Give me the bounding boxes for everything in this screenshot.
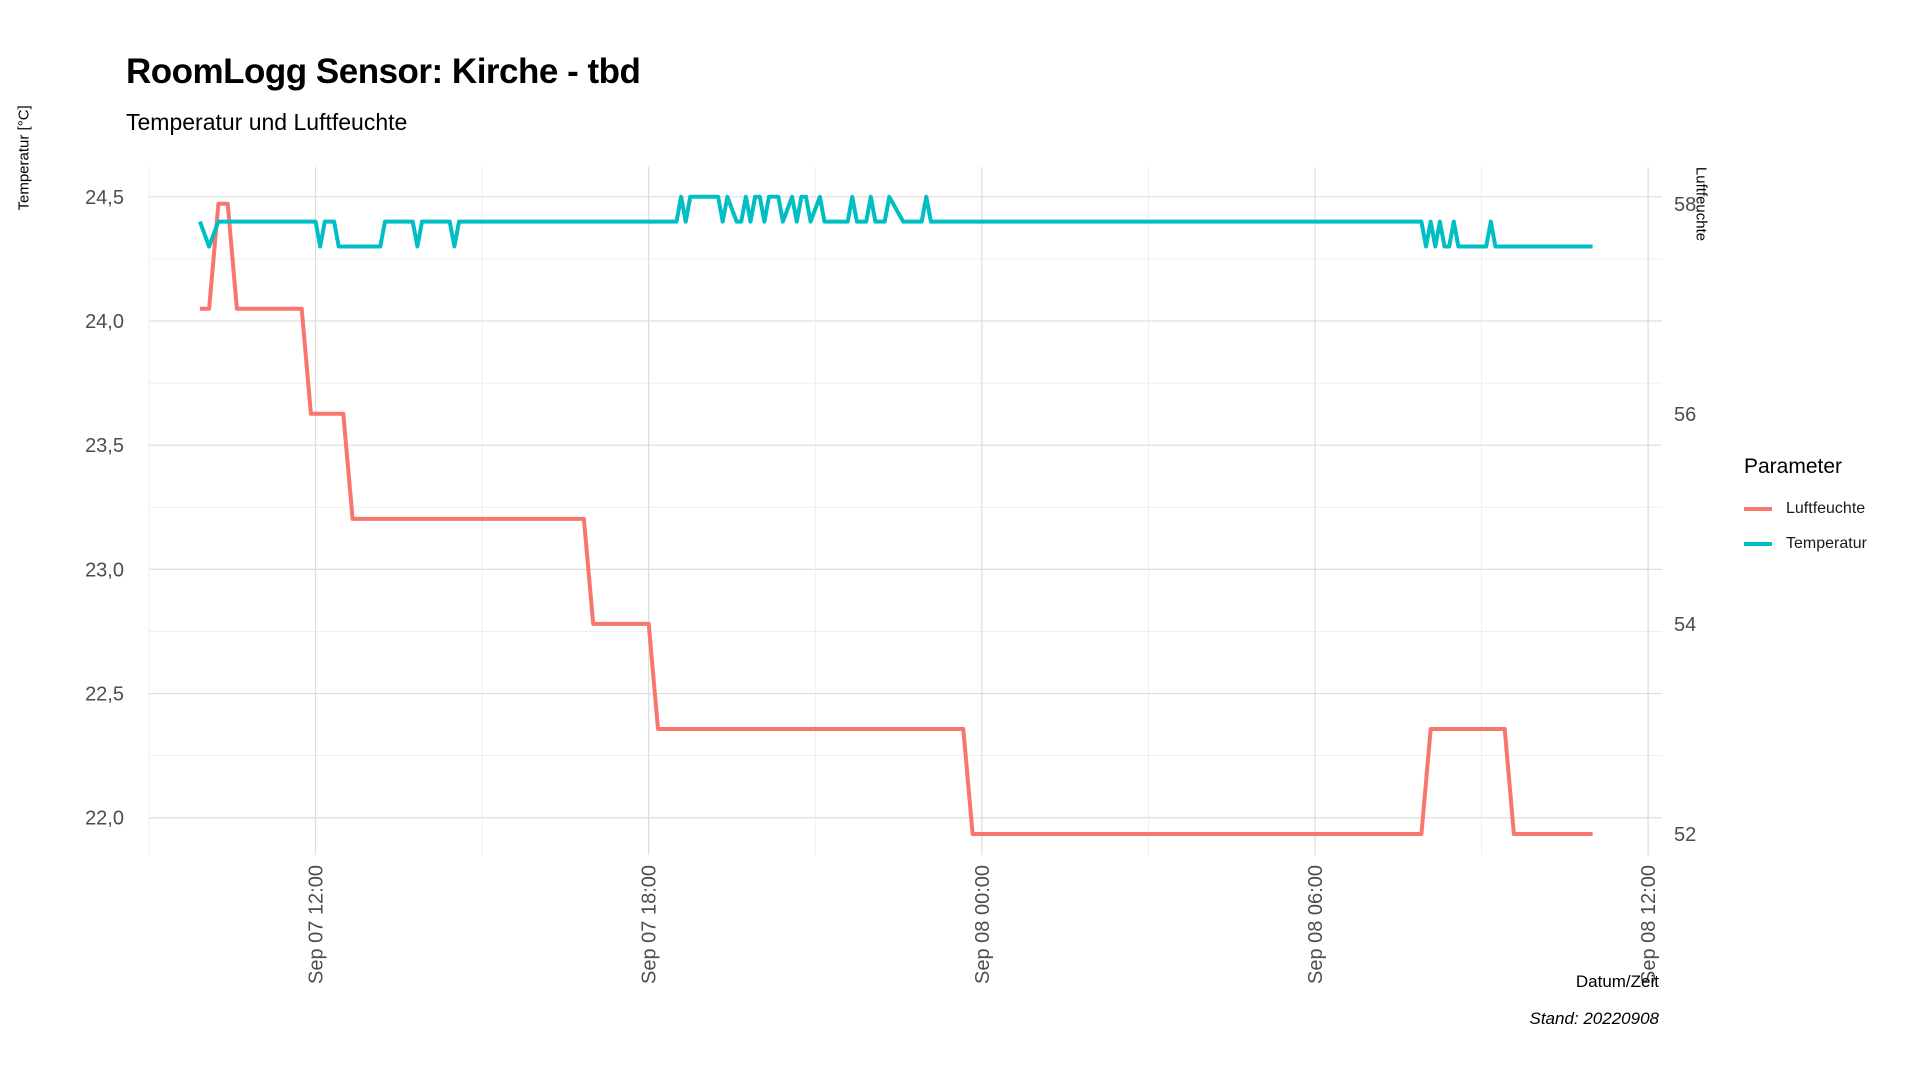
y-right-tick-label: 52 [1674, 824, 1696, 846]
legend-key-temperatur [1744, 541, 1772, 546]
legend-label-luftfeuchte: Luftfeuchte [1786, 499, 1866, 517]
chart-plot: 22,022,523,023,524,024,552545658Sep 07 1… [85, 167, 1696, 984]
series-line-luftfeuchte [199, 201, 1593, 836]
y-right-tick-label: 54 [1674, 614, 1696, 636]
legend-key-luftfeuchte [1744, 506, 1772, 511]
legend-item-temperatur: Temperatur [1744, 526, 1867, 561]
chart-title: RoomLogg Sensor: Kirche - tbd [126, 52, 641, 91]
y-axis-left-label: Temperatur [°C] [15, 105, 33, 211]
x-tick-label: Sep 08 00:00 [972, 865, 994, 984]
y-axis-right-label: Luftfeuchte [1692, 166, 1710, 242]
x-axis-label: Datum/Zeit [1575, 972, 1659, 991]
y-left-tick-label: 23,0 [85, 559, 124, 581]
y-left-tick-label: 22,0 [85, 808, 124, 830]
y-left-tick-label: 24,0 [85, 311, 124, 333]
x-tick-label: Sep 08 12:00 [1638, 865, 1660, 984]
x-tick-label: Sep 07 12:00 [306, 865, 328, 984]
grid-layer [148, 167, 1662, 855]
chart-subtitle: Temperatur und Luftfeuchte [126, 109, 408, 135]
legend-title: Parameter [1744, 455, 1843, 478]
chart-root: 22,0 22,5 23,0 23,5 24,0 24,5 52 54 56 58 Sep 07 1… [0, 0, 1920, 1080]
series-line-temperatur [198, 194, 1593, 249]
legend-item-luftfeuchte: Luftfeuchte [1744, 491, 1867, 526]
chart-caption: Stand: 20220908 [1529, 1009, 1659, 1028]
y-left-tick-label: 22,5 [85, 684, 124, 706]
y-right-tick-label: 56 [1674, 404, 1696, 426]
x-tick-label: Sep 08 06:00 [1305, 865, 1327, 984]
x-tick-label: Sep 07 18:00 [639, 865, 661, 984]
tick-layer: 22,022,523,023,524,024,552545658Sep 07 1… [85, 187, 1696, 984]
y-left-tick-label: 24,5 [85, 187, 124, 209]
legend-label-temperatur: Temperatur [1786, 534, 1867, 552]
legend: Parameter Luftfeuchte Temperatur [1744, 455, 1867, 561]
y-left-tick-label: 23,5 [85, 435, 124, 457]
series-layer [198, 194, 1593, 836]
